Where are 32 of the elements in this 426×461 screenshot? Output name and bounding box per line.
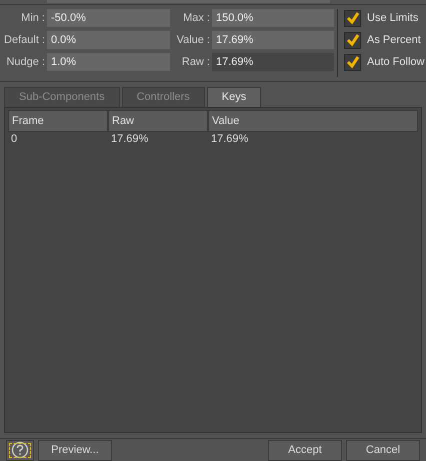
help-icon — [11, 441, 29, 459]
field-label: Default : — [4, 33, 45, 48]
table-cell-text: 17.69% — [210, 132, 248, 147]
table-cell-text: 0 — [10, 132, 18, 147]
field-label: Min : — [20, 11, 45, 26]
checkbox[interactable] — [344, 54, 361, 70]
value-field[interactable]: 0.0% — [47, 31, 170, 49]
tab[interactable]: Controllers — [122, 87, 205, 107]
field-label: Nudge : — [5, 55, 45, 70]
preview-button[interactable]: Preview... — [38, 440, 112, 460]
field-label: Value : — [176, 33, 210, 48]
checkbox-label: Auto Follow — [367, 56, 424, 68]
column-header[interactable]: Frame — [8, 110, 108, 132]
checkbox-label: As Percent — [367, 34, 421, 46]
column-header[interactable]: Value — [208, 110, 418, 132]
field-label: Max : — [182, 11, 210, 26]
value-field[interactable]: 1.0% — [47, 53, 170, 71]
column-header[interactable]: Raw — [108, 110, 208, 132]
value-field[interactable]: 17.69% — [212, 53, 334, 71]
checkbox[interactable] — [344, 32, 361, 48]
dialog-button[interactable]: Accept — [268, 440, 342, 460]
checkbox[interactable] — [344, 10, 361, 26]
field-label: Raw : — [180, 55, 210, 70]
tab[interactable]: Keys — [206, 87, 262, 107]
table-cell-text: 17.69% — [110, 132, 150, 147]
value-field[interactable]: -50.0% — [47, 9, 170, 27]
help-button[interactable] — [6, 440, 34, 460]
value-field[interactable]: 150.0% — [212, 9, 334, 27]
tab[interactable]: Sub-Components — [4, 87, 120, 107]
dialog-button[interactable]: Cancel — [346, 440, 420, 460]
checkbox-label: Use Limits — [367, 12, 418, 24]
value-field[interactable]: 17.69% — [212, 31, 334, 49]
